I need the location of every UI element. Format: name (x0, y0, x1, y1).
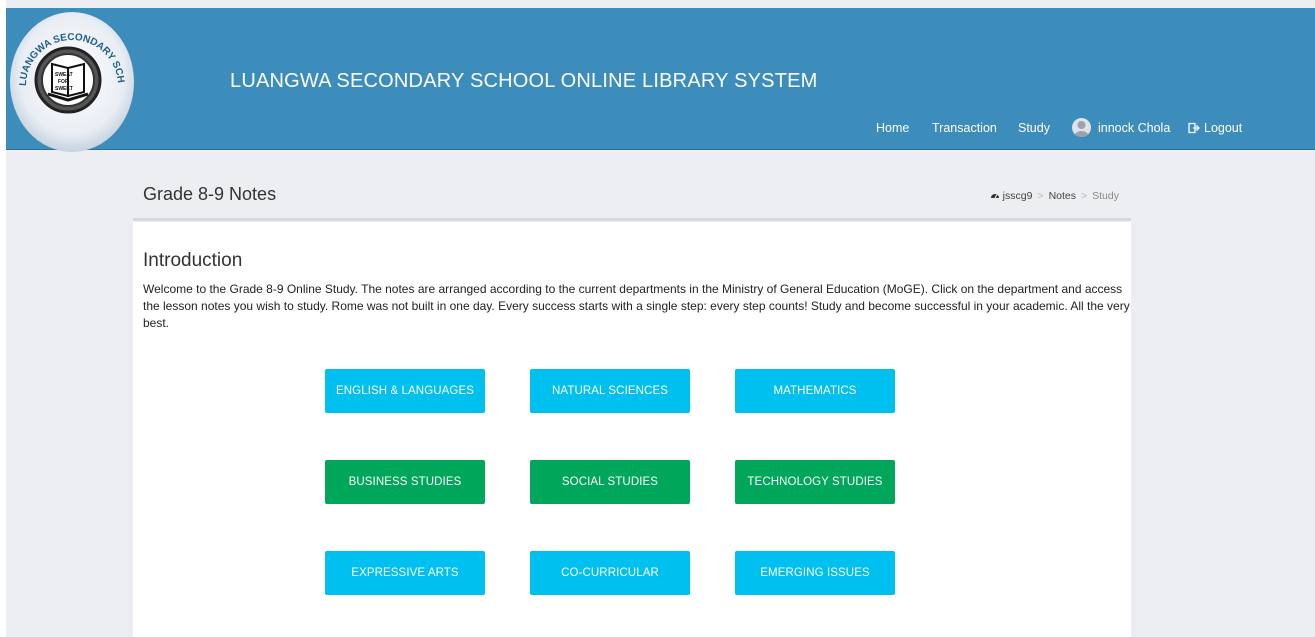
site-title: LUANGWA SECONDARY SCHOOL ONLINE LIBRARY … (230, 70, 818, 92)
user-name: innock Chola (1098, 121, 1171, 135)
dept-emerging-issues-button[interactable]: EMERGING ISSUES (735, 551, 895, 595)
main-content: Introduction Welcome to the Grade 8-9 On… (133, 222, 1131, 637)
dept-expressive-arts-button[interactable]: EXPRESSIVE ARTS (325, 551, 485, 595)
nav-logout[interactable]: Logout (1188, 119, 1242, 137)
breadcrumb-item-notes[interactable]: Notes (1049, 190, 1076, 202)
logout-icon (1188, 122, 1200, 133)
avatar (1072, 118, 1091, 138)
intro-heading: Introduction (143, 250, 243, 271)
nav-home[interactable]: Home (876, 119, 909, 137)
dashboard-icon (990, 194, 999, 199)
breadcrumb: jsscg9 > Notes > Study (990, 190, 1119, 202)
breadcrumb-item-home[interactable]: jsscg9 (1003, 190, 1033, 202)
svg-text:SWEET: SWEET (55, 86, 73, 92)
dept-co-curricular-button[interactable]: CO-CURRICULAR (530, 551, 690, 595)
top-nav: Home Transaction Study innock Chola Logo… (6, 118, 1315, 139)
svg-text:FOR: FOR (58, 79, 69, 85)
dept-english-languages-button[interactable]: ENGLISH & LANGUAGES (325, 369, 485, 413)
logout-label: Logout (1204, 121, 1243, 135)
page-title: Grade 8-9 Notes (143, 184, 277, 204)
nav-user-menu[interactable]: innock Chola (1072, 118, 1171, 138)
content-header: Grade 8-9 Notes jsscg9 > Notes > Study (133, 176, 1131, 221)
dept-social-studies-button[interactable]: SOCIAL STUDIES (530, 460, 690, 504)
dept-business-studies-button[interactable]: BUSINESS STUDIES (325, 460, 485, 504)
dept-technology-studies-button[interactable]: TECHNOLOGY STUDIES (735, 460, 895, 504)
dept-natural-sciences-button[interactable]: NATURAL SCIENCES (530, 369, 690, 413)
dept-mathematics-button[interactable]: MATHEMATICS (735, 369, 895, 413)
top-header: LUANGWA SECONDARY SCHOOL SWEAT FOR SWEET… (6, 8, 1315, 152)
svg-text:SWEAT: SWEAT (55, 72, 73, 78)
intro-text: Welcome to the Grade 8-9 Online Study. T… (143, 282, 1130, 330)
nav-transaction[interactable]: Transaction (932, 119, 997, 137)
nav-study[interactable]: Study (1018, 119, 1050, 137)
breadcrumb-item-active: Study (1092, 190, 1119, 202)
